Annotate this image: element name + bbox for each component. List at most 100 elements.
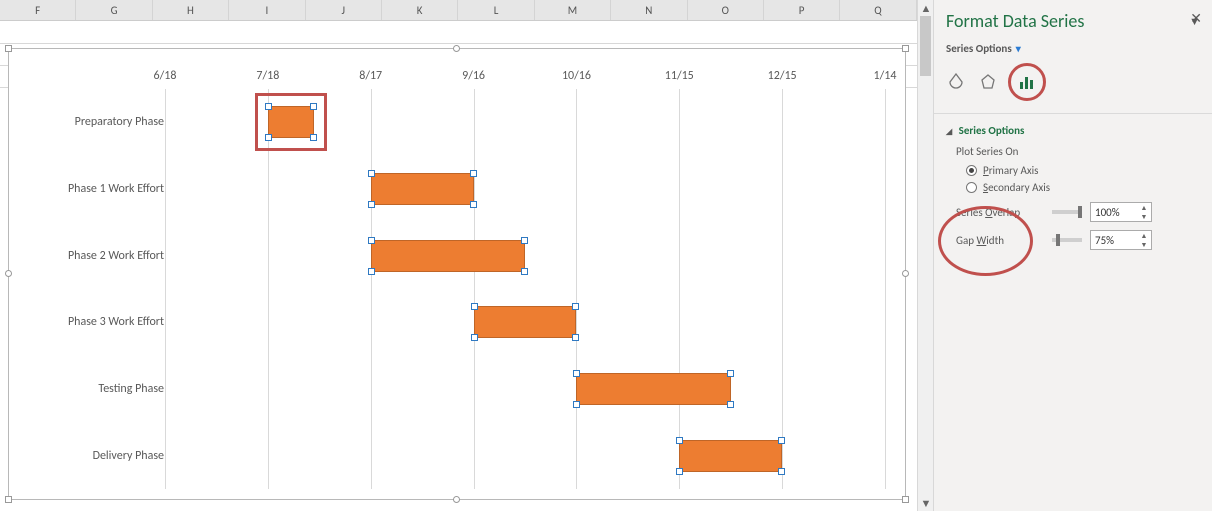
data-point-handle[interactable] xyxy=(727,401,734,408)
category-axis-label: Delivery Phase xyxy=(24,449,164,463)
series-options-tab-highlight xyxy=(1008,63,1046,101)
col-header[interactable]: P xyxy=(764,0,840,20)
date-axis-label: 10/16 xyxy=(562,69,591,83)
gridline xyxy=(268,89,269,489)
data-point-handle[interactable] xyxy=(368,201,375,208)
plot-series-on-label: Plot Series On xyxy=(946,141,1200,162)
data-point-handle[interactable] xyxy=(572,303,579,310)
col-header[interactable]: F xyxy=(0,0,76,20)
col-header[interactable]: I xyxy=(229,0,305,20)
series-options-label: Series Options xyxy=(946,42,1012,55)
spin-up-icon[interactable]: ▲ xyxy=(1137,203,1151,212)
resize-handle[interactable] xyxy=(902,496,909,503)
spin-up-icon[interactable]: ▲ xyxy=(1137,231,1151,240)
data-point-handle[interactable] xyxy=(310,134,317,141)
data-point-handle[interactable] xyxy=(676,437,683,444)
data-bar[interactable] xyxy=(679,440,782,472)
col-header[interactable]: L xyxy=(458,0,534,20)
format-category-tabs xyxy=(946,59,1200,111)
gap-width-value[interactable]: 75% xyxy=(1091,234,1137,247)
col-header[interactable]: H xyxy=(153,0,229,20)
data-point-handle[interactable] xyxy=(470,170,477,177)
data-point-handle[interactable] xyxy=(573,401,580,408)
data-bar[interactable] xyxy=(371,240,525,272)
data-point-handle[interactable] xyxy=(727,370,734,377)
data-bar[interactable] xyxy=(371,173,474,205)
data-point-handle[interactable] xyxy=(368,237,375,244)
data-point-handle[interactable] xyxy=(521,237,528,244)
scroll-up-button[interactable]: ▲ xyxy=(918,0,934,16)
data-point-handle[interactable] xyxy=(368,268,375,275)
resize-handle[interactable] xyxy=(453,496,460,503)
data-point-handle[interactable] xyxy=(470,201,477,208)
vertical-scrollbar[interactable]: ▲ ▼ xyxy=(917,0,933,511)
date-axis-label: 8/17 xyxy=(359,69,382,83)
primary-axis-radio[interactable]: Primary Axis xyxy=(946,162,1200,179)
date-axis-label: 1/14 xyxy=(874,69,897,83)
spreadsheet-column-headers: F G H I J K L M N O P Q xyxy=(0,0,917,21)
data-bar[interactable] xyxy=(576,373,730,405)
col-header[interactable]: M xyxy=(535,0,611,20)
scroll-thumb[interactable] xyxy=(920,16,931,76)
resize-handle[interactable] xyxy=(902,270,909,277)
data-point-handle[interactable] xyxy=(573,370,580,377)
series-overlap-slider[interactable] xyxy=(1052,210,1082,214)
resize-handle[interactable] xyxy=(902,45,909,52)
spin-down-icon[interactable]: ▼ xyxy=(1137,240,1151,249)
series-options-dropdown[interactable]: Series Options ▾ xyxy=(946,34,1200,59)
series-options-section-header[interactable]: Series Options xyxy=(946,120,1200,141)
pane-title: Format Data Series ▼ xyxy=(946,0,1200,34)
col-header[interactable]: O xyxy=(688,0,764,20)
gantt-chart-object[interactable]: 6/187/188/179/1610/1611/1512/151/14Prepa… xyxy=(8,48,906,500)
plot-area[interactable] xyxy=(165,89,885,489)
radio-icon xyxy=(966,182,977,193)
resize-handle[interactable] xyxy=(5,496,12,503)
resize-handle[interactable] xyxy=(5,45,12,52)
data-point-handle[interactable] xyxy=(778,468,785,475)
col-header[interactable]: G xyxy=(76,0,152,20)
gap-width-slider[interactable] xyxy=(1052,238,1082,242)
effects-tab-icon[interactable] xyxy=(978,72,998,92)
series-options-tab-icon[interactable] xyxy=(1017,72,1037,92)
secondary-axis-radio[interactable]: Secondary Axis xyxy=(946,179,1200,196)
date-axis-label: 6/18 xyxy=(154,69,177,83)
data-bar[interactable] xyxy=(474,306,577,338)
col-header[interactable]: Q xyxy=(840,0,916,20)
gridline xyxy=(679,89,680,489)
resize-handle[interactable] xyxy=(453,45,460,52)
series-overlap-spinner[interactable]: 100% ▲▼ xyxy=(1090,202,1152,222)
pane-title-text: Format Data Series xyxy=(946,10,1084,32)
section-label: Series Options xyxy=(959,124,1025,137)
data-point-handle[interactable] xyxy=(265,134,272,141)
series-overlap-label: Series Overlap xyxy=(956,206,1044,219)
data-point-handle[interactable] xyxy=(676,468,683,475)
category-axis-label: Phase 2 Work Effort xyxy=(24,249,164,263)
data-point-handle[interactable] xyxy=(368,170,375,177)
col-header[interactable]: J xyxy=(306,0,382,20)
series-overlap-value[interactable]: 100% xyxy=(1091,206,1137,219)
gap-width-control: Gap Width 75% ▲▼ xyxy=(946,224,1200,252)
gridline xyxy=(474,89,475,489)
date-axis-label: 12/15 xyxy=(768,69,797,83)
category-axis-label: Phase 1 Work Effort xyxy=(24,182,164,196)
gap-width-spinner[interactable]: 75% ▲▼ xyxy=(1090,230,1152,250)
data-point-handle[interactable] xyxy=(310,103,317,110)
data-point-handle[interactable] xyxy=(778,437,785,444)
col-header[interactable]: N xyxy=(611,0,687,20)
primary-axis-label: rimary Axis xyxy=(989,164,1039,177)
data-point-handle[interactable] xyxy=(265,103,272,110)
data-point-handle[interactable] xyxy=(572,334,579,341)
data-point-handle[interactable] xyxy=(471,303,478,310)
resize-handle[interactable] xyxy=(5,270,12,277)
data-bar[interactable] xyxy=(268,106,314,138)
category-axis-label: Testing Phase xyxy=(24,382,164,396)
fill-line-tab-icon[interactable] xyxy=(946,72,966,92)
col-header[interactable]: K xyxy=(382,0,458,20)
spin-down-icon[interactable]: ▼ xyxy=(1137,212,1151,221)
scroll-down-button[interactable]: ▼ xyxy=(918,495,934,511)
close-icon[interactable]: ✕ xyxy=(1190,10,1202,27)
radio-icon xyxy=(966,165,977,176)
gridline xyxy=(371,89,372,489)
data-point-handle[interactable] xyxy=(521,268,528,275)
data-point-handle[interactable] xyxy=(471,334,478,341)
